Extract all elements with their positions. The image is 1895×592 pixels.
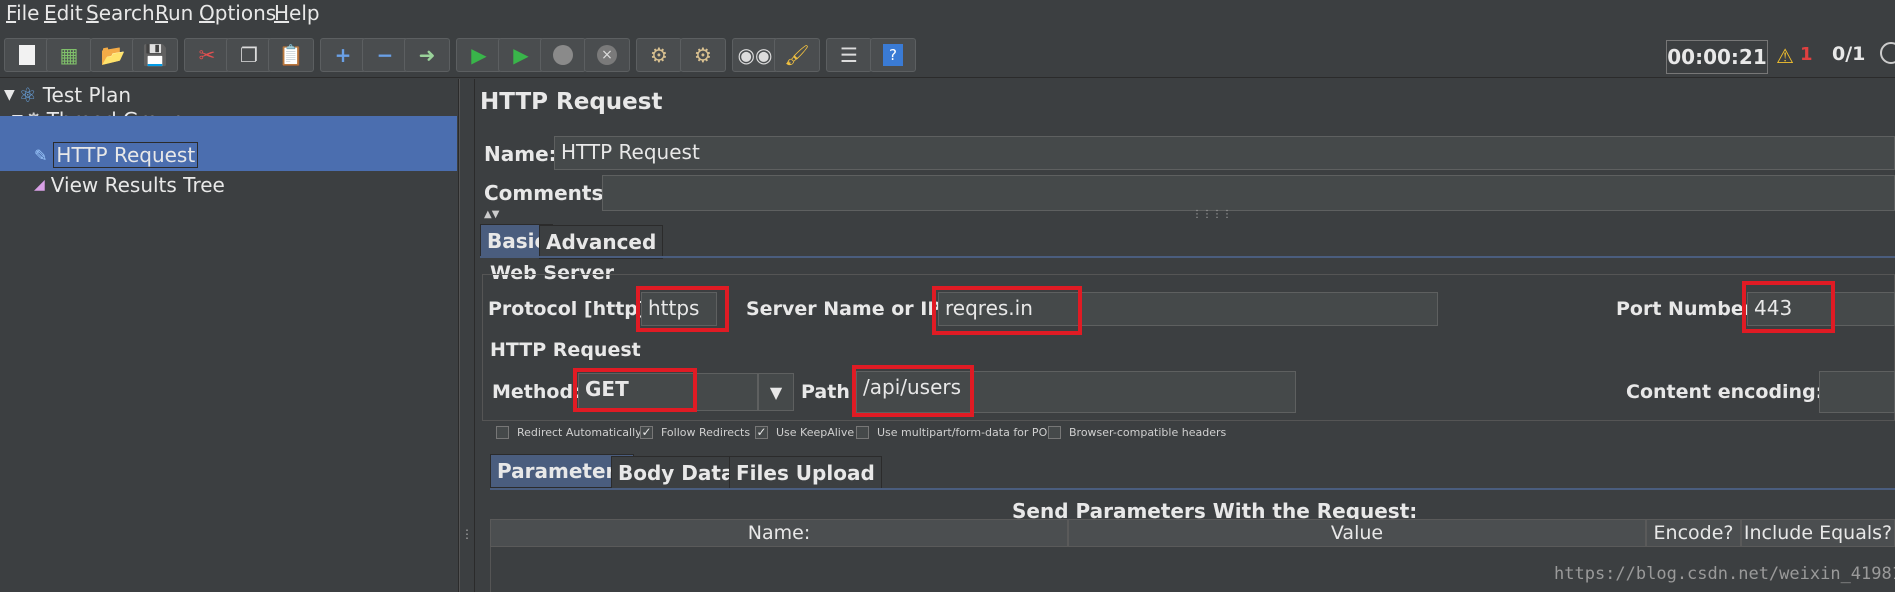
paste-icon[interactable]: 📋 [268, 38, 314, 72]
tab-files-upload[interactable]: Files Upload [729, 456, 882, 490]
tree-item-view-results-tree[interactable]: ◢ View Results Tree [34, 171, 225, 199]
protocol-label: Protocol [http]: [488, 298, 655, 320]
threads-counter: 0/1 [1832, 43, 1866, 65]
open-icon[interactable]: 📂 [90, 38, 136, 72]
splitter-grip-icon: ⋮ [461, 527, 473, 541]
path-label: Path: [801, 381, 858, 403]
function-helper-icon[interactable]: ☰ [826, 38, 872, 72]
menu-run[interactable]: Run [155, 1, 193, 25]
redirect-auto-checkbox[interactable]: Redirect Automatically [496, 426, 642, 439]
menu-options[interactable]: Options [199, 1, 276, 25]
shutdown-icon[interactable]: × [584, 38, 630, 72]
highlight-box [636, 286, 729, 332]
name-field[interactable]: HTTP Request [554, 136, 1895, 170]
cut-icon[interactable]: ✂ [184, 38, 230, 72]
copy-icon[interactable]: ❐ [226, 38, 272, 72]
tab-underline [480, 256, 1895, 258]
keepalive-checkbox[interactable]: ✓ Use KeepAlive [755, 426, 854, 439]
panel-title: HTTP Request [480, 89, 663, 115]
menu-help[interactable]: Help [274, 1, 320, 25]
search-icon[interactable]: ◉◉ [732, 38, 778, 72]
log-viewer-icon[interactable] [1880, 42, 1895, 64]
flask-icon: ⚛ [18, 83, 37, 107]
menu-file[interactable]: File [6, 1, 39, 25]
tab-body-data[interactable]: Body Data [611, 456, 742, 490]
content-encoding-field[interactable] [1819, 371, 1895, 413]
clear-all-icon[interactable]: ⚙ [680, 38, 726, 72]
follow-redirects-checkbox[interactable]: ✓ Follow Redirects [640, 426, 750, 439]
menu-edit[interactable]: Edit [44, 1, 83, 25]
divider-grip-icon[interactable]: ⋮⋮⋮⋮ [1192, 209, 1232, 220]
server-label: Server Name or IP: [746, 298, 949, 320]
column-header-include-equals[interactable]: Include Equals? [1741, 519, 1895, 547]
save-icon[interactable]: 💾 [132, 38, 178, 72]
column-header-encode[interactable]: Encode? [1646, 519, 1741, 547]
highlight-box [1742, 281, 1835, 333]
comments-field[interactable] [602, 175, 1895, 211]
http-request-panel: HTTP Request Name: HTTP Request Comments… [476, 79, 1895, 592]
sampler-icon: ✎ [34, 145, 48, 165]
warning-icon[interactable]: ⚠ [1776, 44, 1794, 68]
toggle-icon[interactable]: ➜ [404, 38, 450, 72]
http-request-group-title: HTTP Request [490, 339, 641, 361]
method-label: Method: [492, 381, 581, 403]
column-header-value[interactable]: Value [1068, 519, 1646, 547]
collapse-icon[interactable]: − [362, 38, 408, 72]
listener-icon: ◢ [34, 177, 45, 193]
chevron-down-icon[interactable]: ▼ [758, 373, 794, 411]
new-icon[interactable] [4, 38, 50, 72]
elapsed-timer: 00:00:21 [1666, 40, 1768, 74]
toolbar: ▦ 📂 💾 ✂ ❐ 📋 + − ➜ ▶ ▶ × ⚙ ⚙ ◉◉ 🖌 ☰ ? 00:… [0, 28, 1895, 78]
name-label: Name: [484, 142, 557, 166]
start-no-pause-icon[interactable]: ▶ [498, 38, 544, 72]
menu-bar: File Edit Search Run Options Help [0, 0, 1895, 27]
collapse-arrows-icon[interactable]: ▲▼ [484, 209, 499, 220]
tree-item-http-request[interactable]: ✎ HTTP Request [34, 141, 199, 169]
clear-icon[interactable]: ⚙ [636, 38, 682, 72]
menu-search[interactable]: Search [86, 1, 155, 25]
help-icon[interactable]: ? [870, 38, 916, 72]
param-tab-underline [490, 488, 1895, 490]
highlight-box [573, 368, 697, 412]
stop-icon[interactable] [540, 38, 586, 72]
expand-arrow-icon[interactable]: ▼ [4, 87, 15, 103]
start-icon[interactable]: ▶ [456, 38, 502, 72]
expand-icon[interactable]: + [320, 38, 366, 72]
reset-search-icon[interactable]: 🖌 [774, 38, 820, 72]
templates-icon[interactable]: ▦ [46, 38, 92, 72]
multipart-checkbox[interactable]: Use multipart/form-data for POST [856, 426, 1061, 439]
warning-count: 1 [1800, 44, 1813, 65]
comments-label: Comments: [484, 181, 612, 205]
port-label: Port Number: [1616, 298, 1761, 320]
content-encoding-label: Content encoding: [1626, 381, 1824, 403]
splitter[interactable]: ⋮ [459, 79, 475, 592]
watermark: https://blog.csdn.net/weixin_41981631 [1554, 564, 1895, 584]
tree-item-test-plan[interactable]: ▼ ⚛ Test Plan [4, 81, 131, 109]
column-header-name[interactable]: Name: [490, 519, 1068, 547]
browser-headers-checkbox[interactable]: Browser-compatible headers [1048, 426, 1226, 439]
highlight-box [932, 286, 1082, 335]
tab-advanced[interactable]: Advanced [539, 225, 664, 259]
highlight-box [852, 365, 974, 417]
